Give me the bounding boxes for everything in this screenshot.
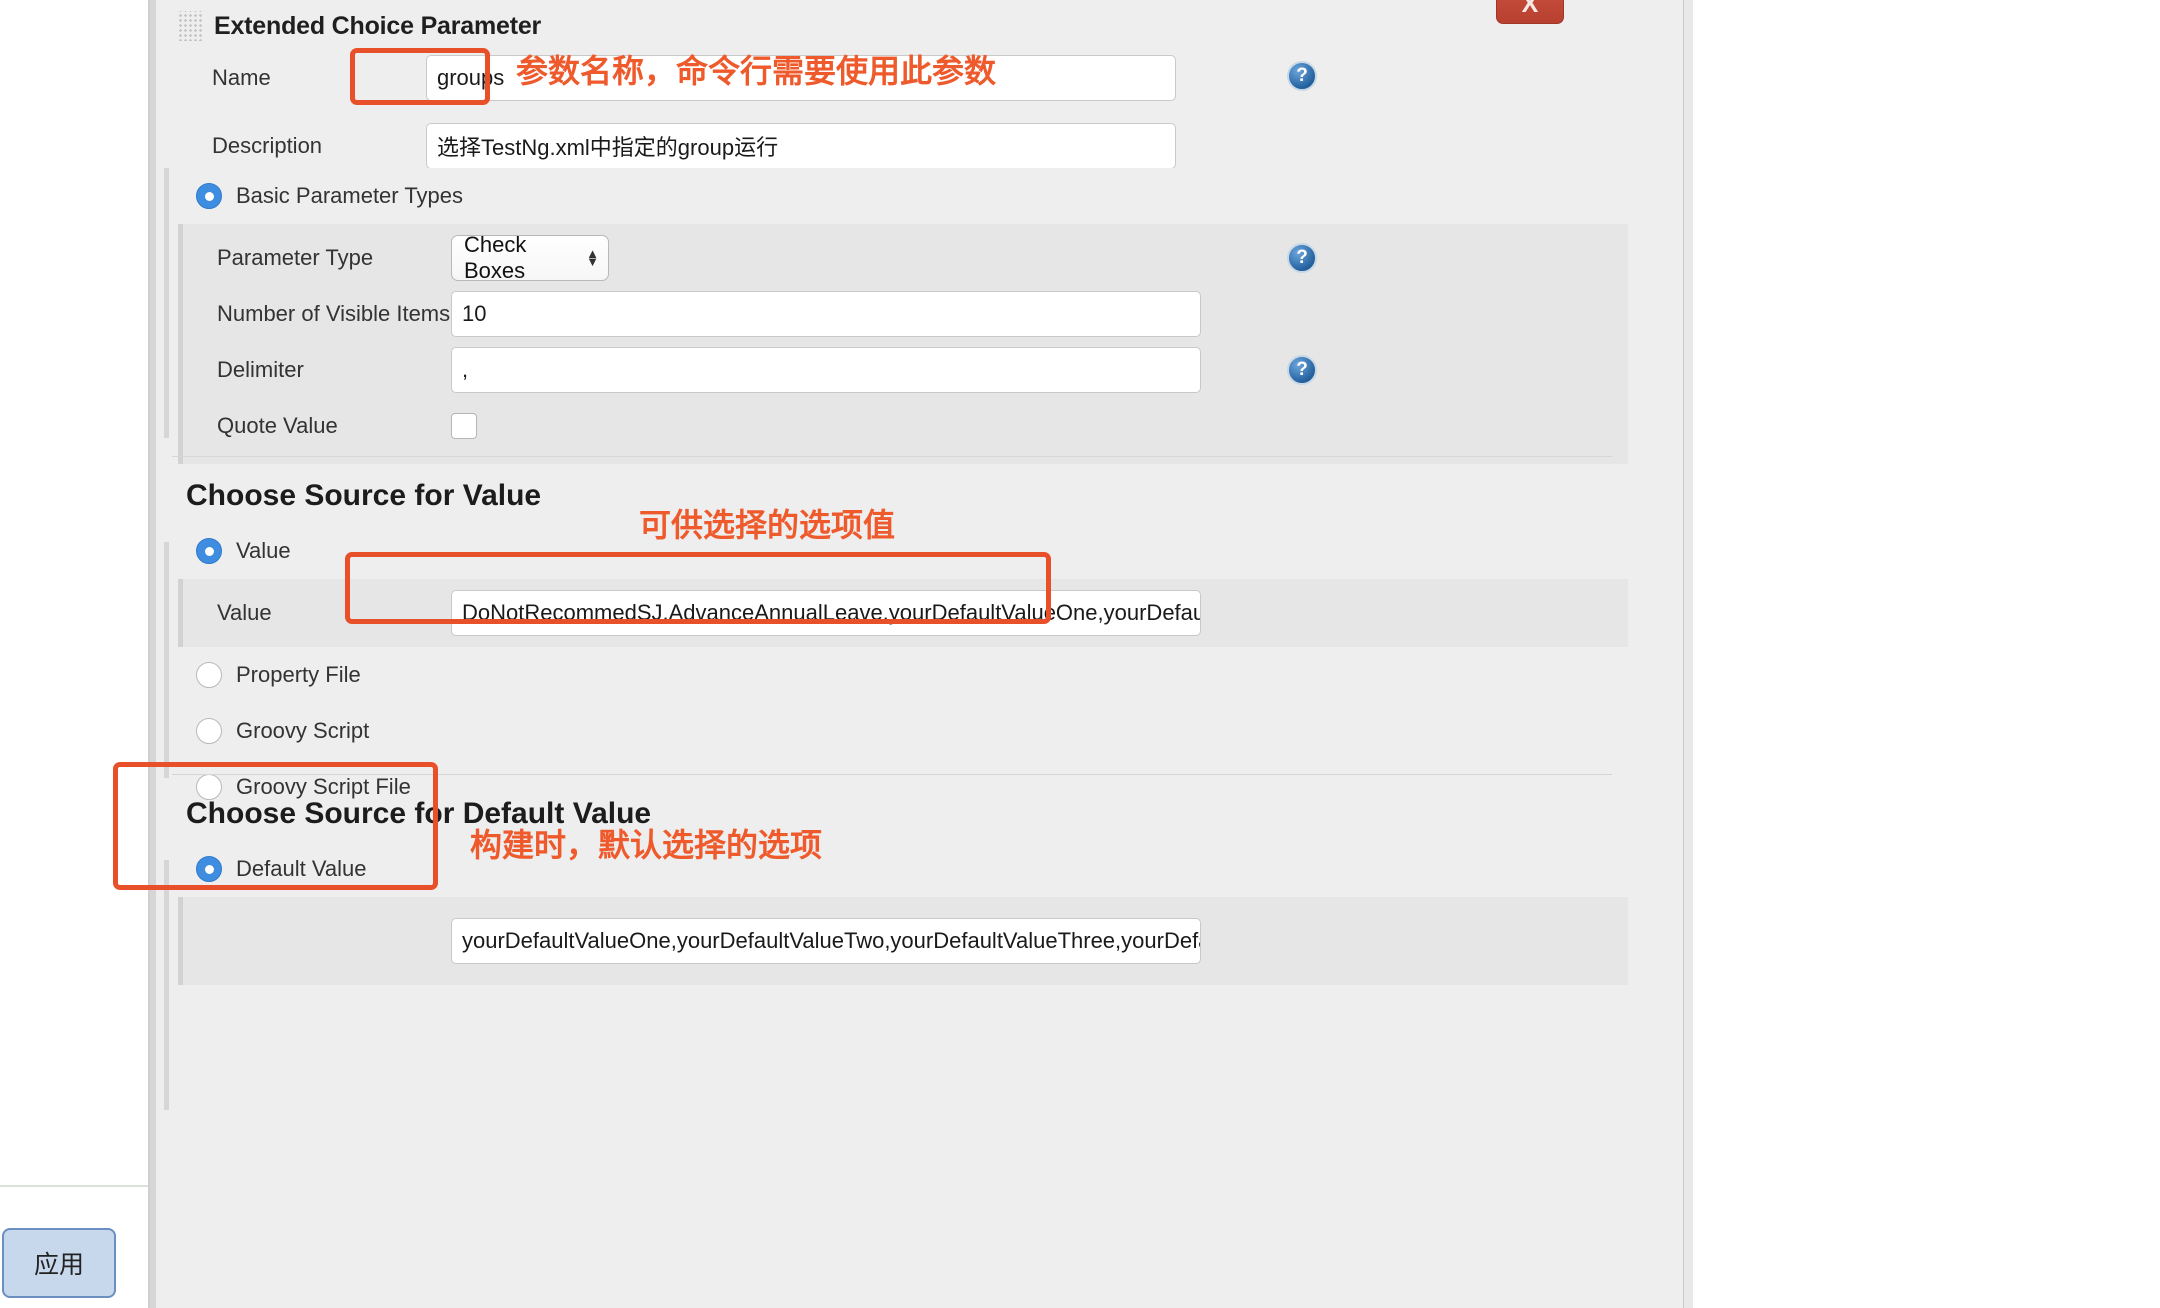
visible-items-input[interactable]: 10 [451, 291, 1201, 337]
extended-choice-parameter-dialog: X Extended Choice Parameter Name groups … [148, 0, 1684, 1308]
default-value-subpanel: yourDefaultValueOne,yourDefaultValueTwo,… [178, 897, 1628, 985]
basic-parameter-types-subpanel: Parameter Type Check Boxes ▲ ▼ ? Number o… [178, 224, 1628, 464]
basic-parameter-types-option[interactable]: Basic Parameter Types [164, 168, 1628, 224]
block-rail [164, 168, 169, 438]
apply-button[interactable]: 应用 [2, 1228, 116, 1298]
parameter-type-row: Parameter Type Check Boxes ▲ ▼ ? [183, 230, 1628, 286]
value-row: Value DoNotRecommedSJ,AdvanceAnnualLeave… [183, 585, 1628, 641]
choose-source-default-block: Choose Source for Default Value Default … [164, 764, 1628, 1110]
parameter-type-select[interactable]: Check Boxes ▲ ▼ [451, 232, 609, 283]
property-file-radio[interactable] [196, 662, 222, 688]
screenshot-root: 应用 X Extended Choice Parameter Name grou… [0, 0, 2160, 1308]
dialog-left-rail [150, 0, 156, 1308]
basic-parameter-types-label: Basic Parameter Types [236, 183, 464, 208]
parameter-type-selected-value: Check Boxes [464, 232, 527, 283]
choose-source-value-heading: Choose Source for Value [186, 479, 542, 512]
value-input[interactable]: DoNotRecommedSJ,AdvanceAnnualLeave,yourD… [451, 590, 1201, 636]
delimiter-row: Delimiter , ? [183, 342, 1628, 398]
chevron-updown-icon: ▲ ▼ [586, 246, 599, 269]
delimiter-input[interactable]: , [451, 347, 1201, 393]
name-label: Name [212, 65, 271, 90]
page-white-space [1693, 0, 2160, 1308]
default-value-row: yourDefaultValueOne,yourDefaultValueTwo,… [183, 913, 1628, 969]
source-option-property-file[interactable]: Property File [164, 647, 1628, 703]
description-label: Description [212, 133, 323, 158]
page-title: Extended Choice Parameter [214, 11, 542, 40]
annotation-name: 参数名称，命令行需要使用此参数 [516, 52, 997, 90]
value-radio[interactable] [196, 538, 222, 564]
delimiter-help-icon[interactable]: ? [1287, 355, 1317, 385]
choose-source-value-block: Choose Source for Value Value Value DoNo… [164, 446, 1628, 815]
close-button[interactable]: X [1496, 0, 1564, 24]
parameter-type-help-icon[interactable]: ? [1287, 243, 1317, 273]
source-option-default-value[interactable]: Default Value [164, 841, 1628, 897]
default-value-input[interactable]: yourDefaultValueOne,yourDefaultValueTwo,… [451, 918, 1201, 964]
basic-parameter-types-block: Basic Parameter Types Parameter Type Che… [164, 168, 1628, 464]
property-file-label: Property File [236, 662, 361, 687]
delimiter-label: Delimiter [217, 357, 304, 382]
background-left-panel [0, 0, 160, 1308]
drag-handle-icon[interactable] [178, 11, 202, 41]
source-option-value[interactable]: Value [164, 523, 1628, 579]
source-option-groovy-script[interactable]: Groovy Script [164, 703, 1628, 759]
default-value-option-label: Default Value [236, 856, 367, 881]
visible-items-label: Number of Visible Items [217, 301, 451, 326]
default-block-rail [164, 860, 169, 1110]
groovy-script-radio[interactable] [196, 718, 222, 744]
groovy-script-label: Groovy Script [236, 718, 370, 743]
annotation-value: 可供选择的选项值 [639, 506, 896, 544]
default-value-radio[interactable] [196, 856, 222, 882]
parameter-type-label: Parameter Type [217, 245, 374, 270]
visible-items-row: Number of Visible Items 10 [183, 286, 1628, 342]
description-input[interactable]: 选择TestNg.xml中指定的group运行 [426, 123, 1176, 169]
quote-value-checkbox[interactable] [451, 413, 477, 439]
quote-value-label: Quote Value [217, 413, 338, 438]
description-row: Description 选择TestNg.xml中指定的group运行 [164, 118, 1628, 174]
value-subpanel: Value DoNotRecommedSJ,AdvanceAnnualLeave… [178, 579, 1628, 647]
basic-parameter-types-radio[interactable] [196, 183, 222, 209]
panel-header: Extended Choice Parameter [164, 4, 1624, 48]
choose-source-default-heading: Choose Source for Default Value [186, 797, 652, 830]
value-field-label: Value [217, 600, 272, 625]
value-option-label: Value [236, 538, 291, 563]
annotation-default: 构建时，默认选择的选项 [470, 826, 823, 864]
value-block-rail [164, 542, 169, 778]
name-help-icon[interactable]: ? [1287, 61, 1317, 91]
